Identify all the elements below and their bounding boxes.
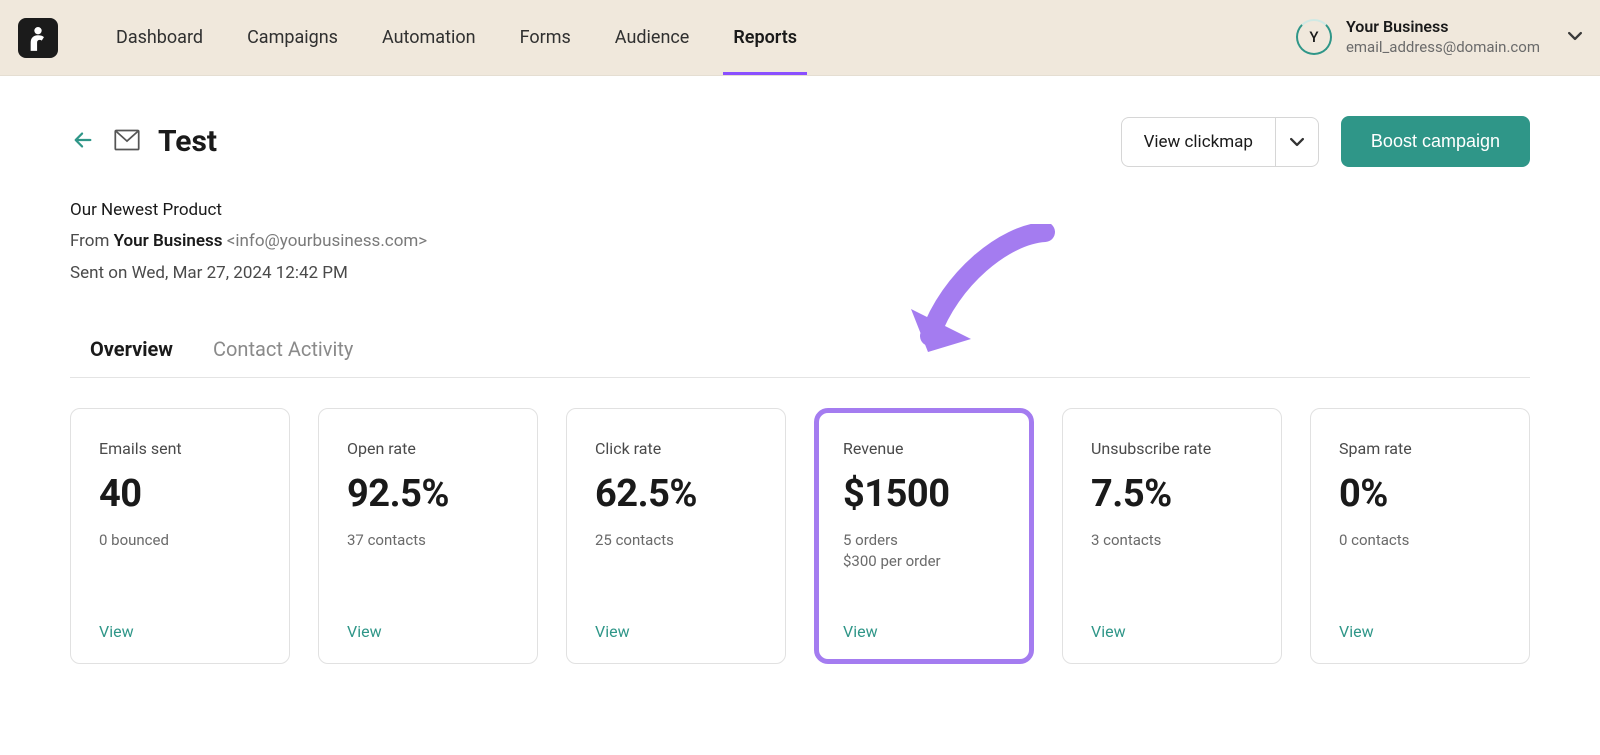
card-value: 7.5% bbox=[1091, 472, 1253, 516]
card-view-link[interactable]: View bbox=[1339, 602, 1501, 641]
card-value: 0% bbox=[1339, 472, 1501, 516]
avatar: Y bbox=[1296, 19, 1332, 55]
nav-audience[interactable]: Audience bbox=[615, 0, 690, 75]
card-value: 62.5% bbox=[595, 472, 757, 516]
card-revenue: Revenue $1500 5 orders $300 per order Vi… bbox=[814, 408, 1034, 664]
account-name: Your Business bbox=[1346, 17, 1540, 38]
back-arrow-icon[interactable] bbox=[70, 129, 96, 155]
card-view-link[interactable]: View bbox=[843, 602, 1005, 641]
card-label: Spam rate bbox=[1339, 439, 1501, 458]
from-prefix: From bbox=[70, 231, 114, 251]
view-clickmap-group: View clickmap bbox=[1121, 117, 1319, 167]
card-value: $1500 bbox=[843, 472, 1005, 516]
campaign-subject: Our Newest Product bbox=[70, 195, 1530, 226]
page-title: Test bbox=[158, 124, 217, 159]
nav-automation[interactable]: Automation bbox=[382, 0, 476, 75]
report-tabs: Overview Contact Activity bbox=[70, 337, 1530, 378]
account-email: email_address@domain.com bbox=[1346, 38, 1540, 58]
card-spam-rate: Spam rate 0% 0 contacts View bbox=[1310, 408, 1530, 664]
card-emails-sent: Emails sent 40 0 bounced View bbox=[70, 408, 290, 664]
card-unsubscribe-rate: Unsubscribe rate 7.5% 3 contacts View bbox=[1062, 408, 1282, 664]
card-subtext: 3 contacts bbox=[1091, 530, 1253, 551]
page-content: Test View clickmap Boost campaign Our Ne… bbox=[0, 76, 1600, 664]
campaign-from: From Your Business <info@yourbusiness.co… bbox=[70, 226, 1530, 257]
card-label: Revenue bbox=[843, 439, 1005, 458]
from-email: <info@yourbusiness.com> bbox=[227, 231, 427, 251]
view-clickmap-button[interactable]: View clickmap bbox=[1122, 118, 1275, 166]
card-subtext: 37 contacts bbox=[347, 530, 509, 551]
card-label: Click rate bbox=[595, 439, 757, 458]
nav-reports[interactable]: Reports bbox=[733, 0, 797, 75]
card-click-rate: Click rate 62.5% 25 contacts View bbox=[566, 408, 786, 664]
card-label: Emails sent bbox=[99, 439, 261, 458]
tab-contact-activity[interactable]: Contact Activity bbox=[213, 337, 353, 377]
card-label: Open rate bbox=[347, 439, 509, 458]
card-view-link[interactable]: View bbox=[595, 602, 757, 641]
nav-campaigns[interactable]: Campaigns bbox=[247, 0, 338, 75]
card-value: 40 bbox=[99, 472, 261, 516]
chevron-down-icon bbox=[1568, 28, 1582, 47]
tab-overview[interactable]: Overview bbox=[90, 337, 173, 377]
account-menu[interactable]: Y Your Business email_address@domain.com bbox=[1296, 17, 1582, 57]
card-subtext-2: $300 per order bbox=[843, 551, 1005, 572]
account-text: Your Business email_address@domain.com bbox=[1346, 17, 1540, 57]
card-view-link[interactable]: View bbox=[1091, 602, 1253, 641]
card-subtext: 0 bounced bbox=[99, 530, 261, 551]
card-view-link[interactable]: View bbox=[99, 602, 261, 641]
card-value: 92.5% bbox=[347, 472, 509, 516]
card-subtext: 0 contacts bbox=[1339, 530, 1501, 551]
card-subtext: 25 contacts bbox=[595, 530, 757, 551]
main-nav: Dashboard Campaigns Automation Forms Aud… bbox=[116, 0, 797, 75]
card-subtext-1: 5 orders bbox=[843, 530, 1005, 551]
campaign-sent-time: Sent on Wed, Mar 27, 2024 12:42 PM bbox=[70, 258, 1530, 289]
from-name: Your Business bbox=[114, 231, 223, 251]
app-logo[interactable] bbox=[18, 18, 58, 58]
nav-forms[interactable]: Forms bbox=[520, 0, 571, 75]
card-view-link[interactable]: View bbox=[347, 602, 509, 641]
topbar: Dashboard Campaigns Automation Forms Aud… bbox=[0, 0, 1600, 76]
card-label: Unsubscribe rate bbox=[1091, 439, 1253, 458]
view-clickmap-dropdown[interactable] bbox=[1275, 118, 1318, 166]
title-row: Test View clickmap Boost campaign bbox=[70, 116, 1530, 167]
metric-cards: Emails sent 40 0 bounced View Open rate … bbox=[70, 408, 1530, 664]
card-open-rate: Open rate 92.5% 37 contacts View bbox=[318, 408, 538, 664]
nav-dashboard[interactable]: Dashboard bbox=[116, 0, 203, 75]
mail-icon bbox=[114, 129, 140, 155]
logo-icon bbox=[27, 25, 49, 51]
campaign-meta: Our Newest Product From Your Business <i… bbox=[70, 195, 1530, 289]
boost-campaign-button[interactable]: Boost campaign bbox=[1341, 116, 1530, 167]
